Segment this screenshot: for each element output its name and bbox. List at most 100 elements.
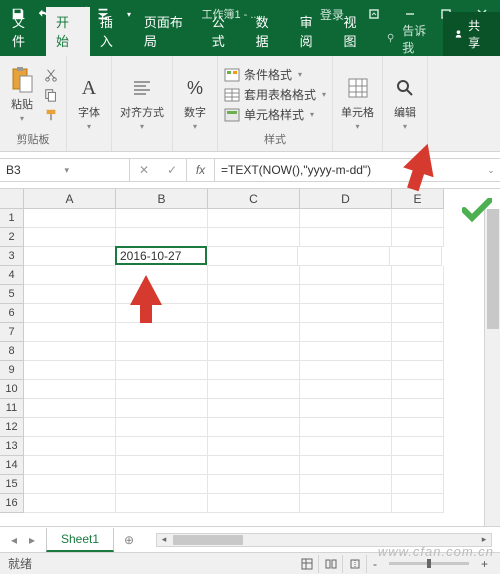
- row-header-14[interactable]: 14: [0, 456, 24, 475]
- hscroll-left-icon[interactable]: ◂: [157, 534, 171, 546]
- cell-A3[interactable]: [24, 247, 116, 266]
- col-header-D[interactable]: D: [300, 189, 392, 209]
- cell-E5[interactable]: [392, 285, 444, 304]
- cell-B2[interactable]: [116, 228, 208, 247]
- col-header-E[interactable]: E: [392, 189, 444, 209]
- cell-E7[interactable]: [392, 323, 444, 342]
- formula-expand-icon[interactable]: ⌄: [482, 159, 500, 181]
- row-header-3[interactable]: 3: [0, 247, 24, 266]
- cell-C6[interactable]: [208, 304, 300, 323]
- sheet-nav-prev-icon[interactable]: ◂: [6, 532, 22, 548]
- cell-C4[interactable]: [208, 266, 300, 285]
- copy-icon[interactable]: [42, 86, 60, 104]
- cell-B11[interactable]: [116, 399, 208, 418]
- cell-D7[interactable]: [300, 323, 392, 342]
- cell-D16[interactable]: [300, 494, 392, 513]
- cell-A4[interactable]: [24, 266, 116, 285]
- cell-B8[interactable]: [116, 342, 208, 361]
- cell-A13[interactable]: [24, 437, 116, 456]
- cell-A1[interactable]: [24, 209, 116, 228]
- cell-D10[interactable]: [300, 380, 392, 399]
- row-header-7[interactable]: 7: [0, 323, 24, 342]
- tab-formulas[interactable]: 公式: [202, 7, 246, 56]
- normal-view-icon[interactable]: [297, 555, 319, 573]
- cell-B13[interactable]: [116, 437, 208, 456]
- cell-B16[interactable]: [116, 494, 208, 513]
- cell-D9[interactable]: [300, 361, 392, 380]
- cell-D11[interactable]: [300, 399, 392, 418]
- select-all-corner[interactable]: [0, 189, 24, 209]
- enter-formula-icon[interactable]: ✓: [158, 163, 186, 177]
- page-layout-view-icon[interactable]: [321, 555, 343, 573]
- hscroll-thumb[interactable]: [173, 535, 243, 545]
- row-header-12[interactable]: 12: [0, 418, 24, 437]
- name-box-dropdown-icon[interactable]: ▾: [65, 165, 124, 176]
- cell-B7[interactable]: [116, 323, 208, 342]
- font-button[interactable]: A 字体 ▾: [73, 72, 105, 133]
- cell-A11[interactable]: [24, 399, 116, 418]
- vscroll-thumb[interactable]: [487, 209, 499, 329]
- paste-button[interactable]: 粘贴 ▾: [6, 64, 38, 125]
- row-header-15[interactable]: 15: [0, 475, 24, 494]
- number-button[interactable]: % 数字 ▾: [179, 72, 211, 133]
- tab-layout[interactable]: 页面布局: [134, 7, 202, 56]
- cell-E2[interactable]: [392, 228, 444, 247]
- tab-insert[interactable]: 插入: [90, 7, 134, 56]
- cell-C13[interactable]: [208, 437, 300, 456]
- cell-D6[interactable]: [300, 304, 392, 323]
- cell-C2[interactable]: [208, 228, 300, 247]
- tab-home[interactable]: 开始: [46, 7, 90, 56]
- row-header-13[interactable]: 13: [0, 437, 24, 456]
- format-painter-icon[interactable]: [42, 106, 60, 124]
- table-format-button[interactable]: 套用表格格式▾: [224, 86, 326, 103]
- cell-B1[interactable]: [116, 209, 208, 228]
- cell-B10[interactable]: [116, 380, 208, 399]
- fx-icon[interactable]: fx: [187, 159, 215, 181]
- cell-D8[interactable]: [300, 342, 392, 361]
- sheet-tab-1[interactable]: Sheet1: [46, 528, 114, 552]
- cell-E9[interactable]: [392, 361, 444, 380]
- tell-me[interactable]: 告诉我: [377, 22, 443, 56]
- cell-B9[interactable]: [116, 361, 208, 380]
- cell-C16[interactable]: [208, 494, 300, 513]
- cell-A12[interactable]: [24, 418, 116, 437]
- cell-styles-button[interactable]: 单元格样式▾: [224, 106, 326, 123]
- cell-A5[interactable]: [24, 285, 116, 304]
- cell-A2[interactable]: [24, 228, 116, 247]
- name-box[interactable]: B3 ▾: [0, 159, 130, 181]
- cell-D4[interactable]: [300, 266, 392, 285]
- conditional-format-button[interactable]: 条件格式▾: [224, 66, 326, 83]
- sheet-nav-next-icon[interactable]: ▸: [24, 532, 40, 548]
- cut-icon[interactable]: [42, 66, 60, 84]
- cell-E15[interactable]: [392, 475, 444, 494]
- cell-E12[interactable]: [392, 418, 444, 437]
- cell-E13[interactable]: [392, 437, 444, 456]
- cell-B6[interactable]: [116, 304, 208, 323]
- cell-B15[interactable]: [116, 475, 208, 494]
- cell-C5[interactable]: [208, 285, 300, 304]
- cell-C10[interactable]: [208, 380, 300, 399]
- cell-D13[interactable]: [300, 437, 392, 456]
- tab-data[interactable]: 数据: [246, 7, 290, 56]
- row-header-10[interactable]: 10: [0, 380, 24, 399]
- cell-C11[interactable]: [208, 399, 300, 418]
- cell-B3[interactable]: 2016-10-27: [115, 246, 207, 265]
- cell-E16[interactable]: [392, 494, 444, 513]
- col-header-C[interactable]: C: [208, 189, 300, 209]
- cell-D5[interactable]: [300, 285, 392, 304]
- row-header-16[interactable]: 16: [0, 494, 24, 513]
- cell-A14[interactable]: [24, 456, 116, 475]
- formula-input[interactable]: [215, 159, 482, 181]
- cell-E10[interactable]: [392, 380, 444, 399]
- cell-E1[interactable]: [392, 209, 444, 228]
- cell-E3[interactable]: [390, 247, 442, 266]
- worksheet-grid[interactable]: A B C D E 1232016-10-2745678910111213141…: [0, 188, 500, 526]
- cell-A16[interactable]: [24, 494, 116, 513]
- cells-button[interactable]: 单元格 ▾: [339, 72, 376, 133]
- cell-A6[interactable]: [24, 304, 116, 323]
- cell-E6[interactable]: [392, 304, 444, 323]
- cell-B14[interactable]: [116, 456, 208, 475]
- row-header-6[interactable]: 6: [0, 304, 24, 323]
- cell-D2[interactable]: [300, 228, 392, 247]
- editing-button[interactable]: 编辑 ▾: [389, 72, 421, 133]
